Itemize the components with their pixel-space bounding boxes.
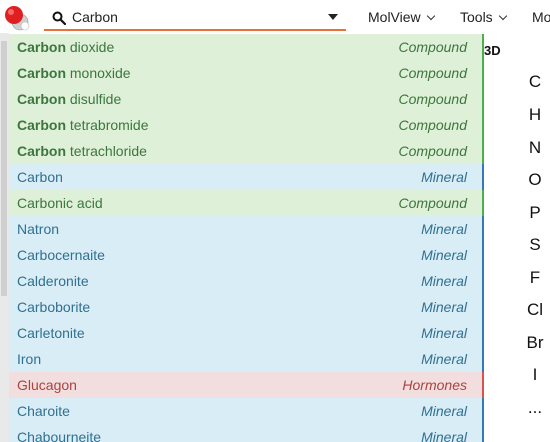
search-box xyxy=(44,5,346,31)
result-name-match: Carbon xyxy=(17,143,66,159)
result-item[interactable]: Charoite Mineral xyxy=(9,398,484,424)
search-icon[interactable] xyxy=(52,11,66,25)
result-type: Compound xyxy=(398,117,468,133)
result-name-rest: Iron xyxy=(17,351,42,367)
chevron-down-icon[interactable] xyxy=(328,14,338,20)
chevron-down-icon xyxy=(426,11,435,21)
result-name-rest: Carbon xyxy=(17,169,63,185)
label-3d: 3D xyxy=(484,43,501,58)
element-button[interactable]: F xyxy=(520,268,550,288)
result-type: Mineral xyxy=(421,221,467,237)
menu-molview[interactable]: MolView xyxy=(368,9,435,25)
result-name: Calderonite xyxy=(17,268,89,294)
result-type: Compound xyxy=(398,65,468,81)
result-item[interactable]: Carletonite Mineral xyxy=(9,320,484,346)
sketcher-scrollbar[interactable] xyxy=(0,33,9,442)
result-name: Carbon dioxide xyxy=(17,34,114,60)
result-name: Chabourneite xyxy=(17,424,101,442)
result-name: Glucagon xyxy=(17,372,77,398)
result-type: Mineral xyxy=(421,403,467,419)
result-name: Carbon xyxy=(17,164,63,190)
result-item[interactable]: Carbon disulfide Compound xyxy=(9,86,484,112)
result-name: Carboborite xyxy=(17,294,90,320)
search-results-list[interactable]: Carbon dioxide Compound Carbon monoxide Com… xyxy=(9,34,484,442)
result-type: Mineral xyxy=(421,325,467,341)
result-name-rest: dioxide xyxy=(66,39,115,55)
element-button[interactable]: S xyxy=(520,235,550,255)
result-name: Iron xyxy=(17,346,41,372)
result-name-rest: Natron xyxy=(17,221,60,237)
element-button[interactable]: I xyxy=(520,365,550,385)
result-name-rest: Chabourneite xyxy=(17,429,102,442)
result-item[interactable]: Carbonic acid Compound xyxy=(9,190,484,216)
result-name: Charoite xyxy=(17,398,70,424)
result-type: Compound xyxy=(398,91,468,107)
element-button[interactable]: Cl xyxy=(520,300,550,320)
result-name-match: Carbon xyxy=(17,39,66,55)
search-input[interactable] xyxy=(72,5,322,29)
result-name-rest: Carbonic acid xyxy=(17,195,103,211)
result-item[interactable]: Iron Mineral xyxy=(9,346,484,372)
menu-molview-label: MolView xyxy=(368,9,421,25)
element-button[interactable]: H xyxy=(520,105,550,125)
element-button[interactable]: N xyxy=(520,138,550,158)
element-button[interactable]: P xyxy=(520,203,550,223)
result-name: Carbon disulfide xyxy=(17,86,121,112)
result-name-rest: Charoite xyxy=(17,403,70,419)
result-name: Carletonite xyxy=(17,320,85,346)
result-item[interactable]: Calderonite Mineral xyxy=(9,268,484,294)
result-name-rest: tetrabromide xyxy=(66,117,149,133)
menu-tools-label: Tools xyxy=(460,9,493,25)
result-item[interactable]: Carbon tetrabromide Compound xyxy=(9,112,484,138)
result-type: Compound xyxy=(398,39,468,55)
top-bar: MolView Tools Mo xyxy=(0,0,550,33)
result-type: Mineral xyxy=(421,351,467,367)
result-type: Mineral xyxy=(421,299,467,315)
result-name-rest: Calderonite xyxy=(17,273,89,289)
result-type: Compound xyxy=(398,195,468,211)
result-name-rest: monoxide xyxy=(66,65,131,81)
result-name-rest: Carbocernaite xyxy=(17,247,105,263)
result-item[interactable]: Carbon Mineral xyxy=(9,164,484,190)
result-name: Carbon tetrabromide xyxy=(17,112,148,138)
element-button[interactable]: ... xyxy=(520,398,550,418)
menu-more[interactable]: Mo xyxy=(532,9,550,25)
result-item[interactable]: Natron Mineral xyxy=(9,216,484,242)
result-type: Mineral xyxy=(421,429,467,442)
result-name-rest: Glucagon xyxy=(17,377,77,393)
result-name: Carbon monoxide xyxy=(17,60,131,86)
result-item[interactable]: Carboborite Mineral xyxy=(9,294,484,320)
menu-more-label: Mo xyxy=(532,9,550,25)
element-button[interactable]: Br xyxy=(520,333,550,353)
chevron-down-icon xyxy=(498,11,507,21)
result-name-match: Carbon xyxy=(17,91,66,107)
result-name-rest: disulfide xyxy=(66,91,122,107)
result-item[interactable]: Glucagon Hormones xyxy=(9,372,484,398)
result-name-match: Carbon xyxy=(17,117,66,133)
result-type: Hormones xyxy=(402,377,467,393)
menu-tools[interactable]: Tools xyxy=(460,9,507,25)
result-name-rest: Carletonite xyxy=(17,325,85,341)
result-item[interactable]: Chabourneite Mineral xyxy=(9,424,484,442)
element-button[interactable]: O xyxy=(520,170,550,190)
result-name-rest: Carboborite xyxy=(17,299,91,315)
result-item[interactable]: Carbocernaite Mineral xyxy=(9,242,484,268)
result-type: Mineral xyxy=(421,273,467,289)
result-item[interactable]: Carbon tetrachloride Compound xyxy=(9,138,484,164)
result-item[interactable]: Carbon monoxide Compound xyxy=(9,60,484,86)
molview-logo[interactable] xyxy=(3,5,31,31)
result-type: Compound xyxy=(398,143,468,159)
result-name: Natron xyxy=(17,216,59,242)
result-name-rest: tetrachloride xyxy=(66,143,147,159)
result-type: Mineral xyxy=(421,169,467,185)
result-name-match: Carbon xyxy=(17,65,66,81)
element-button[interactable]: C xyxy=(520,72,550,92)
result-type: Mineral xyxy=(421,247,467,263)
result-name: Carbonic acid xyxy=(17,190,103,216)
scrollbar-thumb[interactable] xyxy=(1,41,7,296)
result-name: Carbocernaite xyxy=(17,242,105,268)
result-item[interactable]: Carbon dioxide Compound xyxy=(9,34,484,60)
result-name: Carbon tetrachloride xyxy=(17,138,147,164)
